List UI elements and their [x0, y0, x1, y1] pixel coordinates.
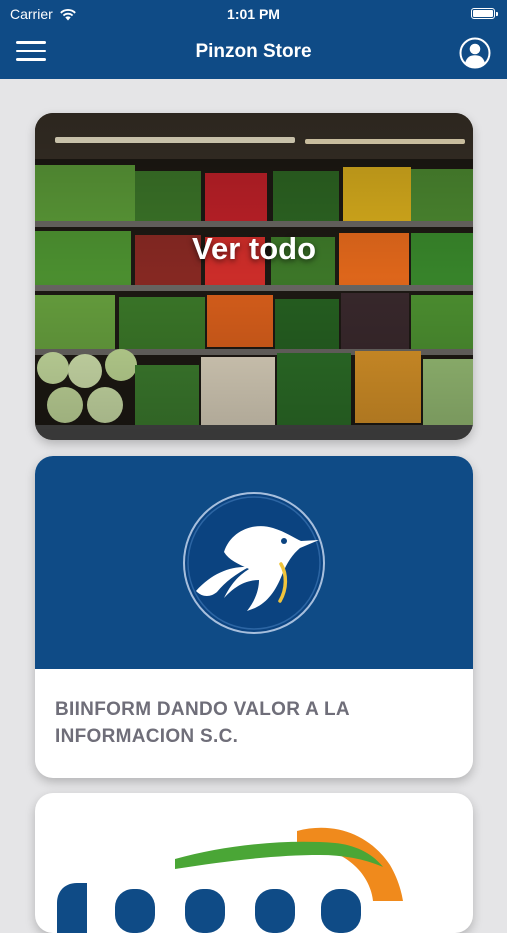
store-banner [35, 456, 473, 669]
user-profile-icon[interactable] [459, 37, 491, 69]
store-name: BIINFORM DANDO VALOR A LA INFORMACION S.… [55, 699, 350, 747]
navigation-bar: Pinzon Store [0, 28, 507, 79]
battery-icon [471, 8, 498, 19]
status-bar: Carrier 1:01 PM [0, 0, 507, 28]
status-time: 1:01 PM [227, 6, 280, 22]
category-card-ver-todo[interactable]: Ver todo [35, 113, 473, 440]
partial-orange-green-blue-logo [57, 827, 403, 933]
page-title: Pinzon Store [195, 41, 312, 62]
ver-todo-label: Ver todo [191, 231, 316, 266]
store-card-partial[interactable] [35, 793, 473, 933]
produce-shelves-photo [35, 113, 473, 440]
app-header: Carrier 1:01 PM Pinzon Store [0, 0, 507, 79]
store-card-biinform[interactable]: BIINFORM DANDO VALOR A LA INFORMACION S.… [35, 456, 473, 778]
penguin-logo [183, 492, 325, 634]
